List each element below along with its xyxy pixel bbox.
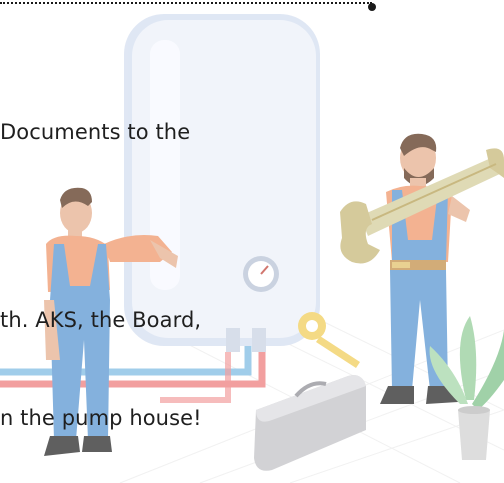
text-line-2: th. AKS, the Board, [0, 308, 202, 332]
slide-page: Documents to the th. AKS, the Board, n t… [0, 0, 504, 483]
text-line-1: Documents to the [0, 120, 191, 144]
pressure-gauge-icon [243, 256, 279, 292]
text-line-3: n the pump house! [0, 406, 202, 430]
tape-measure-icon [298, 312, 360, 368]
water-heater-icon [124, 14, 320, 352]
toolbox-icon [254, 375, 366, 471]
